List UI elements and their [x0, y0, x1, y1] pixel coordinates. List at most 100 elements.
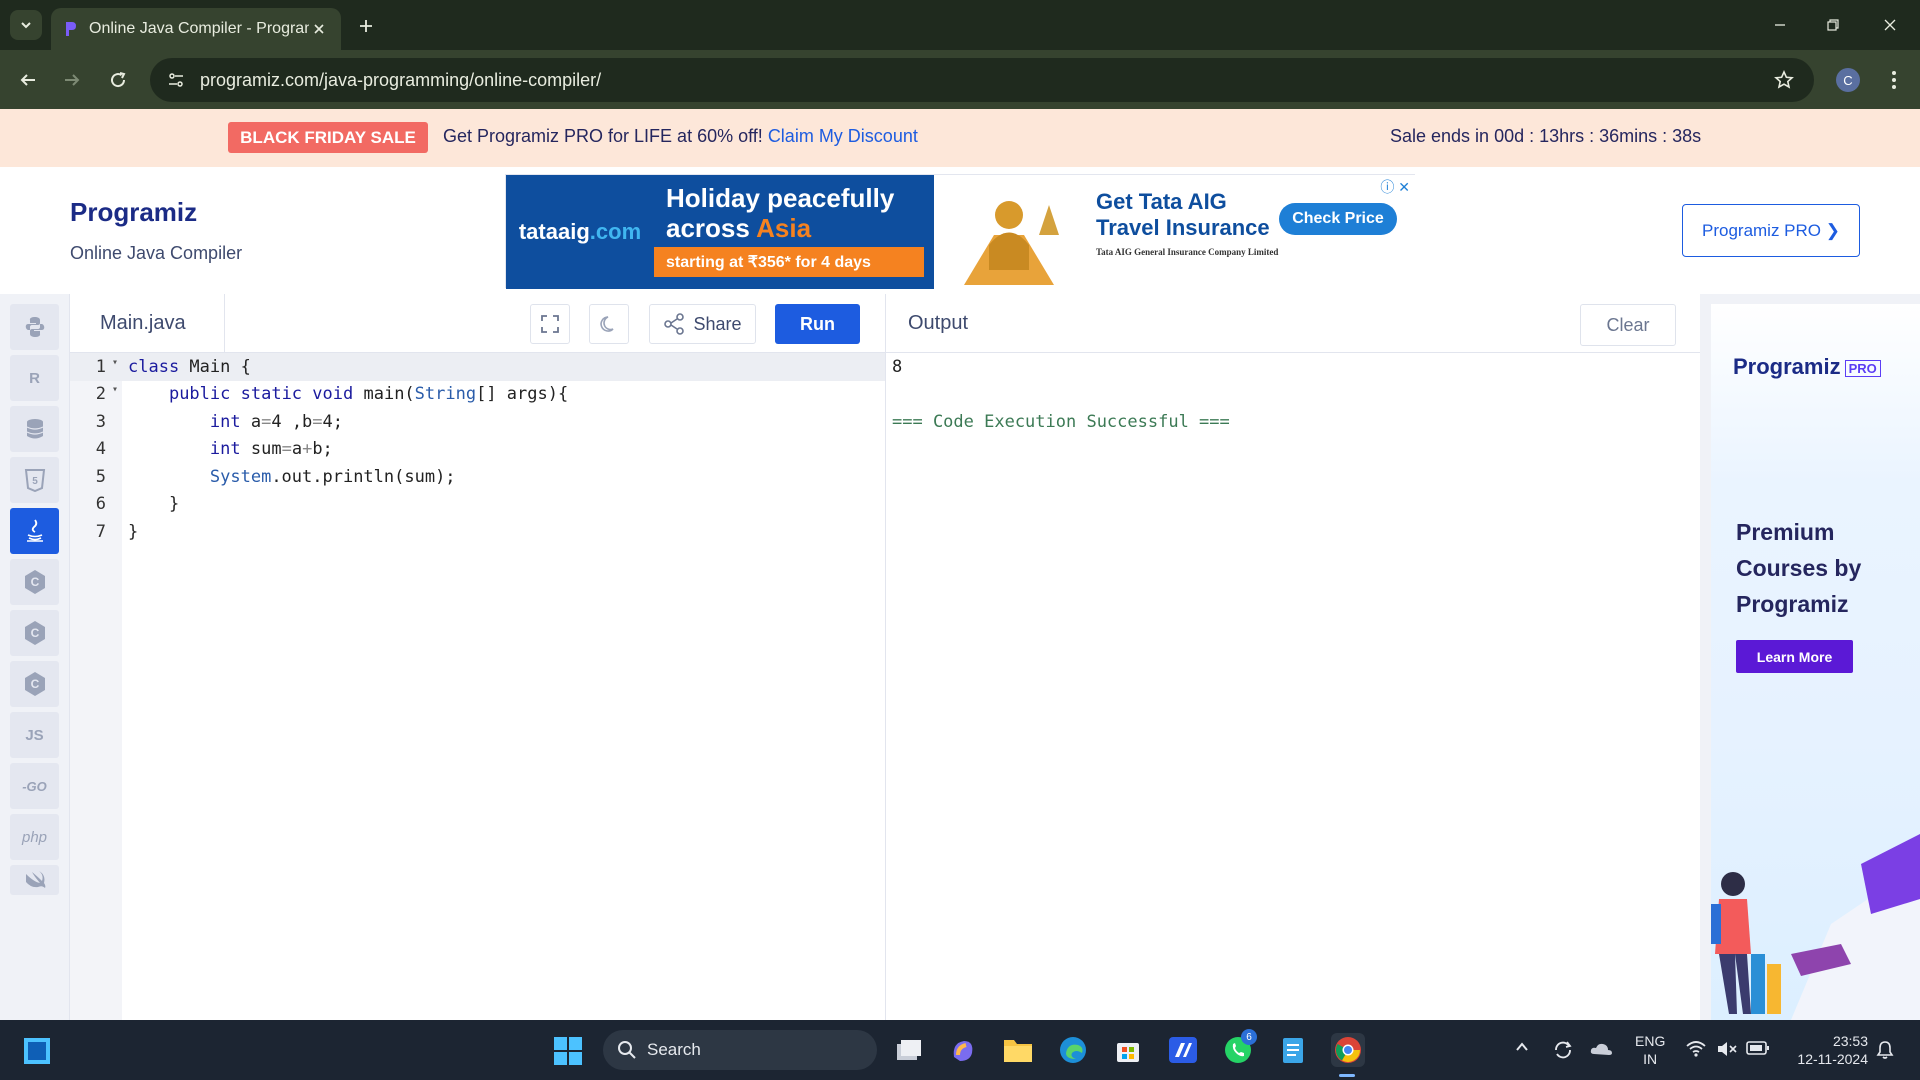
check-price-button[interactable]: Check Price — [1279, 203, 1397, 235]
java-language-icon[interactable] — [10, 508, 59, 554]
right-advertisement[interactable]: Programiz PRO Premium Courses by Programi… — [1700, 294, 1920, 1020]
tab-search-button[interactable] — [10, 10, 42, 40]
programiz-logo[interactable]: Programiz — [70, 197, 197, 228]
ad-right-title-2: Travel Insurance — [1096, 215, 1270, 240]
search-label: Search — [647, 1040, 701, 1059]
browser-tab-active[interactable]: Online Java Compiler - Program — [51, 8, 341, 50]
run-button[interactable]: Run — [775, 304, 860, 344]
taskbar-search[interactable]: Search — [603, 1030, 877, 1070]
logo-text: Programiz — [70, 197, 198, 227]
ad-headline-2: across — [666, 213, 750, 243]
show-hidden-icons[interactable] — [1515, 1040, 1529, 1057]
system-clock[interactable]: 23:53 12-11-2024 — [1786, 1032, 1868, 1068]
fold-arrow-icon[interactable]: ▾ — [112, 384, 118, 395]
forward-button[interactable] — [56, 64, 88, 96]
start-button[interactable] — [22, 1036, 52, 1066]
chrome-icon[interactable] — [1331, 1033, 1365, 1067]
fullscreen-icon — [541, 315, 559, 333]
url-text: programiz.com/java-programming/online-co… — [200, 69, 602, 90]
windows-logo-button[interactable] — [553, 1036, 583, 1066]
ad-buddha-image — [934, 175, 1084, 289]
code-line[interactable]: 2 ▾ public static void main(String[] args… — [70, 381, 885, 409]
new-tab-button[interactable] — [352, 12, 380, 40]
windows-logo-icon — [554, 1037, 582, 1065]
clock-time: 23:53 — [1832, 1033, 1868, 1049]
close-icon — [1884, 19, 1896, 31]
promo-text: Get Programiz PRO for LIFE at 60% off! C… — [443, 126, 918, 147]
browser-menu-icon[interactable] — [1880, 66, 1908, 94]
close-tab-icon[interactable] — [309, 19, 329, 39]
top-advertisement[interactable]: tataaig .com Holiday peacefully across As… — [505, 174, 1416, 289]
notification-bell-icon[interactable] — [1876, 1040, 1894, 1063]
code-editor[interactable]: 1 ▾ class Main { 2 ▾ public static void ma… — [70, 353, 885, 1020]
sync-icon[interactable] — [1552, 1040, 1574, 1063]
sql-language-icon[interactable] — [10, 406, 59, 452]
share-button[interactable]: Share — [649, 304, 756, 344]
task-view-icon[interactable] — [892, 1033, 926, 1067]
address-bar[interactable]: programiz.com/java-programming/online-co… — [150, 58, 1814, 102]
code-line[interactable]: 7 } — [70, 518, 885, 546]
ad-headline-block: Holiday peacefully across Asia starting … — [654, 175, 934, 289]
swift-language-icon[interactable] — [10, 865, 59, 895]
ai-app-icon[interactable] — [1166, 1033, 1200, 1067]
close-window-button[interactable] — [1870, 10, 1910, 40]
code-line[interactable]: 3 int a=4 ,b=4; — [70, 408, 885, 436]
fold-arrow-icon[interactable]: ▾ — [112, 357, 118, 368]
ad-close-icon[interactable]: ⓘ ✕ — [1380, 177, 1410, 197]
programiz-favicon-icon — [66, 22, 76, 36]
copilot-icon[interactable] — [946, 1033, 980, 1067]
notepad-icon[interactable] — [1276, 1033, 1310, 1067]
site-info-icon[interactable] — [156, 60, 196, 100]
csharp-language-icon[interactable]: C — [10, 661, 59, 707]
edge-browser-icon[interactable] — [1056, 1033, 1090, 1067]
reload-button[interactable] — [102, 64, 134, 96]
ad-headline-2-highlight: Asia — [756, 213, 812, 243]
minimize-button[interactable] — [1760, 10, 1800, 40]
volume-muted-icon[interactable] — [1716, 1040, 1738, 1061]
dark-mode-toggle[interactable] — [589, 304, 629, 344]
code-line[interactable]: 5 System.out.println(sum); — [70, 463, 885, 491]
code-area[interactable]: 1 ▾ class Main { 2 ▾ public static void ma… — [70, 353, 885, 546]
code-line[interactable]: 6 } — [70, 491, 885, 519]
code-line[interactable]: 4 int sum=a+b; — [70, 436, 885, 464]
microsoft-store-icon[interactable] — [1111, 1033, 1145, 1067]
file-explorer-icon[interactable] — [1001, 1033, 1035, 1067]
php-language-icon[interactable]: php — [10, 814, 59, 860]
search-icon — [618, 1041, 636, 1059]
wifi-icon[interactable] — [1685, 1040, 1707, 1061]
input-language[interactable]: ENG IN — [1635, 1032, 1665, 1068]
python-language-icon[interactable] — [10, 304, 59, 350]
bookmark-star-icon[interactable] — [1766, 62, 1802, 98]
back-button[interactable] — [12, 64, 44, 96]
programiz-pro-button[interactable]: Programiz PRO ❯ — [1682, 204, 1860, 257]
svg-text:C: C — [30, 575, 39, 589]
clock-date: 12-11-2024 — [1797, 1051, 1868, 1067]
file-tab-main-java[interactable]: Main.java — [70, 294, 225, 353]
ad-brand: tataaig .com — [506, 175, 654, 289]
r-language-icon[interactable]: R — [10, 355, 59, 401]
c-language-icon[interactable]: C — [10, 559, 59, 605]
battery-icon[interactable] — [1746, 1040, 1770, 1059]
code-line[interactable]: 1 ▾ class Main { — [70, 353, 885, 381]
execution-status: === Code Execution Successful === — [892, 412, 1230, 432]
cpp-language-icon[interactable]: C — [10, 610, 59, 656]
clear-button[interactable]: Clear — [1580, 304, 1676, 346]
claim-discount-link[interactable]: Claim My Discount — [768, 126, 918, 146]
share-label: Share — [693, 313, 742, 334]
restore-icon — [1827, 19, 1839, 31]
go-language-icon[interactable]: -GO — [10, 763, 59, 809]
browser-tab-bar: Online Java Compiler - Program — [0, 0, 1920, 50]
output-result: 8 — [892, 357, 903, 377]
learn-more-button[interactable]: Learn More — [1736, 640, 1853, 673]
html-language-icon[interactable]: 5 — [10, 457, 59, 503]
output-console[interactable]: 8 === Code Execution Successful === — [885, 353, 1700, 1020]
onedrive-icon[interactable] — [1590, 1040, 1614, 1061]
profile-avatar[interactable]: C — [1836, 68, 1860, 92]
fullscreen-button[interactable] — [530, 304, 570, 344]
js-language-icon[interactable]: JS — [10, 712, 59, 758]
restore-button[interactable] — [1813, 10, 1853, 40]
tab-title: Online Java Compiler - Program — [89, 20, 309, 37]
svg-text:5: 5 — [32, 476, 38, 487]
ad-right-title-1: Get Tata AIG — [1096, 189, 1227, 214]
whatsapp-icon[interactable]: 6 — [1221, 1029, 1257, 1067]
